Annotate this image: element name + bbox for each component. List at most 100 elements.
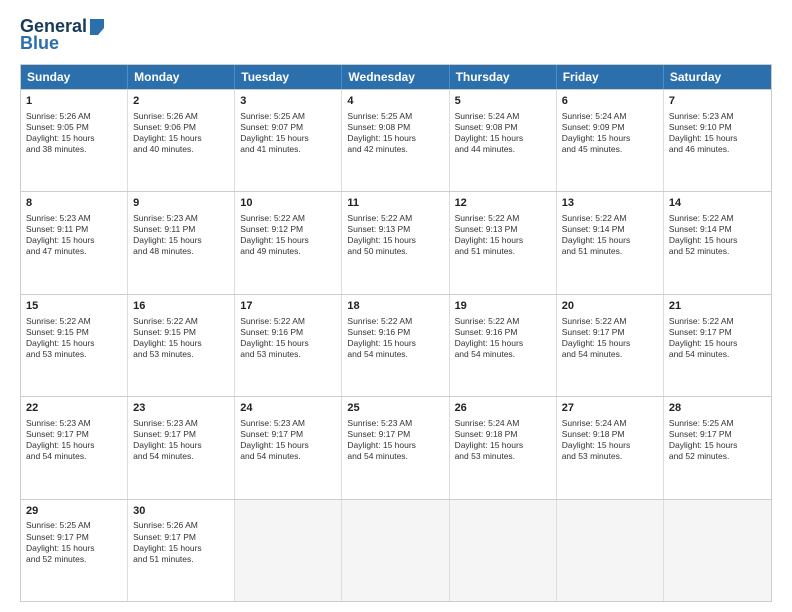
cell-info: Sunrise: 5:26 AMSunset: 9:05 PMDaylight:… bbox=[26, 111, 122, 155]
cell-info: Sunrise: 5:23 AMSunset: 9:17 PMDaylight:… bbox=[347, 418, 443, 462]
cell-info: Sunrise: 5:22 AMSunset: 9:16 PMDaylight:… bbox=[240, 316, 336, 360]
cal-cell: 25Sunrise: 5:23 AMSunset: 9:17 PMDayligh… bbox=[342, 397, 449, 498]
day-number: 26 bbox=[455, 401, 551, 416]
cal-cell: 24 Sunrise: 5:23 AMSunset: 9:17 PMDayligh… bbox=[235, 397, 342, 498]
cal-cell: 4 Sunrise: 5:25 AMSunset: 9:08 PMDaylight… bbox=[342, 90, 449, 191]
cal-cell: 1 Sunrise: 5:26 AMSunset: 9:05 PMDaylight… bbox=[21, 90, 128, 191]
day-number: 28 bbox=[669, 401, 766, 416]
cell-info: Sunrise: 5:22 AMSunset: 9:12 PMDaylight:… bbox=[240, 213, 336, 257]
logo-blue: Blue bbox=[20, 33, 59, 54]
cell-info: Sunrise: 5:23 AMSunset: 9:10 PMDaylight:… bbox=[669, 111, 766, 155]
day-number: 4 bbox=[347, 94, 443, 109]
logo: General Blue bbox=[20, 16, 106, 54]
cell-info: Sunrise: 5:25 AMSunset: 9:17 PMDaylight:… bbox=[26, 520, 122, 564]
header-day-monday: Monday bbox=[128, 65, 235, 89]
cal-cell: 11 Sunrise: 5:22 AMSunset: 9:13 PMDayligh… bbox=[342, 192, 449, 293]
cell-info: Sunrise: 5:22 AMSunset: 9:14 PMDaylight:… bbox=[669, 213, 766, 257]
cal-cell: 29Sunrise: 5:25 AMSunset: 9:17 PMDayligh… bbox=[21, 500, 128, 601]
cell-info: Sunrise: 5:24 AMSunset: 9:18 PMDaylight:… bbox=[455, 418, 551, 462]
day-number: 19 bbox=[455, 299, 551, 314]
calendar: SundayMondayTuesdayWednesdayThursdayFrid… bbox=[20, 64, 772, 602]
cal-cell bbox=[450, 500, 557, 601]
header-day-thursday: Thursday bbox=[450, 65, 557, 89]
week-row-5: 29Sunrise: 5:25 AMSunset: 9:17 PMDayligh… bbox=[21, 499, 771, 601]
cell-info: Sunrise: 5:22 AMSunset: 9:13 PMDaylight:… bbox=[347, 213, 443, 257]
cell-info: Sunrise: 5:22 AMSunset: 9:15 PMDaylight:… bbox=[133, 316, 229, 360]
header-day-friday: Friday bbox=[557, 65, 664, 89]
cell-info: Sunrise: 5:26 AMSunset: 9:17 PMDaylight:… bbox=[133, 520, 229, 564]
cell-info: Sunrise: 5:25 AMSunset: 9:07 PMDaylight:… bbox=[240, 111, 336, 155]
cal-cell: 7 Sunrise: 5:23 AMSunset: 9:10 PMDaylight… bbox=[664, 90, 771, 191]
cal-cell: 19Sunrise: 5:22 AMSunset: 9:16 PMDayligh… bbox=[450, 295, 557, 396]
cell-info: Sunrise: 5:23 AMSunset: 9:17 PMDaylight:… bbox=[133, 418, 229, 462]
cal-cell: 22 Sunrise: 5:23 AMSunset: 9:17 PMDayligh… bbox=[21, 397, 128, 498]
cell-info: Sunrise: 5:24 AMSunset: 9:18 PMDaylight:… bbox=[562, 418, 658, 462]
cal-cell: 28 Sunrise: 5:25 AMSunset: 9:17 PMDayligh… bbox=[664, 397, 771, 498]
day-number: 2 bbox=[133, 94, 229, 109]
cal-cell: 18Sunrise: 5:22 AMSunset: 9:16 PMDayligh… bbox=[342, 295, 449, 396]
cell-info: Sunrise: 5:23 AMSunset: 9:11 PMDaylight:… bbox=[133, 213, 229, 257]
cal-cell: 2 Sunrise: 5:26 AMSunset: 9:06 PMDaylight… bbox=[128, 90, 235, 191]
day-number: 9 bbox=[133, 196, 229, 211]
cal-cell: 14 Sunrise: 5:22 AMSunset: 9:14 PMDayligh… bbox=[664, 192, 771, 293]
cell-info: Sunrise: 5:24 AMSunset: 9:08 PMDaylight:… bbox=[455, 111, 551, 155]
cell-info: Sunrise: 5:22 AMSunset: 9:15 PMDaylight:… bbox=[26, 316, 122, 360]
header-day-saturday: Saturday bbox=[664, 65, 771, 89]
cell-info: Sunrise: 5:25 AMSunset: 9:08 PMDaylight:… bbox=[347, 111, 443, 155]
day-number: 14 bbox=[669, 196, 766, 211]
cal-cell bbox=[235, 500, 342, 601]
day-number: 16 bbox=[133, 299, 229, 314]
cell-info: Sunrise: 5:26 AMSunset: 9:06 PMDaylight:… bbox=[133, 111, 229, 155]
day-number: 10 bbox=[240, 196, 336, 211]
cal-cell bbox=[664, 500, 771, 601]
day-number: 20 bbox=[562, 299, 658, 314]
logo-icon bbox=[88, 17, 106, 35]
cell-info: Sunrise: 5:22 AMSunset: 9:16 PMDaylight:… bbox=[347, 316, 443, 360]
day-number: 15 bbox=[26, 299, 122, 314]
cell-info: Sunrise: 5:25 AMSunset: 9:17 PMDaylight:… bbox=[669, 418, 766, 462]
cal-cell: 23 Sunrise: 5:23 AMSunset: 9:17 PMDayligh… bbox=[128, 397, 235, 498]
day-number: 22 bbox=[26, 401, 122, 416]
header-day-tuesday: Tuesday bbox=[235, 65, 342, 89]
cell-info: Sunrise: 5:23 AMSunset: 9:17 PMDaylight:… bbox=[26, 418, 122, 462]
day-number: 3 bbox=[240, 94, 336, 109]
day-number: 1 bbox=[26, 94, 122, 109]
cell-info: Sunrise: 5:22 AMSunset: 9:14 PMDaylight:… bbox=[562, 213, 658, 257]
cal-cell: 9 Sunrise: 5:23 AMSunset: 9:11 PMDaylight… bbox=[128, 192, 235, 293]
calendar-header: SundayMondayTuesdayWednesdayThursdayFrid… bbox=[21, 65, 771, 89]
cal-cell: 20Sunrise: 5:22 AMSunset: 9:17 PMDayligh… bbox=[557, 295, 664, 396]
day-number: 7 bbox=[669, 94, 766, 109]
cal-cell: 8 Sunrise: 5:23 AMSunset: 9:11 PMDaylight… bbox=[21, 192, 128, 293]
day-number: 24 bbox=[240, 401, 336, 416]
day-number: 8 bbox=[26, 196, 122, 211]
day-number: 30 bbox=[133, 504, 229, 519]
week-row-1: 1 Sunrise: 5:26 AMSunset: 9:05 PMDaylight… bbox=[21, 89, 771, 191]
page: General Blue SundayMondayTuesdayWednesda… bbox=[0, 0, 792, 612]
cal-cell: 15 Sunrise: 5:22 AMSunset: 9:15 PMDayligh… bbox=[21, 295, 128, 396]
cal-cell bbox=[342, 500, 449, 601]
cell-info: Sunrise: 5:22 AMSunset: 9:13 PMDaylight:… bbox=[455, 213, 551, 257]
cell-info: Sunrise: 5:24 AMSunset: 9:09 PMDaylight:… bbox=[562, 111, 658, 155]
day-number: 11 bbox=[347, 196, 443, 211]
week-row-2: 8 Sunrise: 5:23 AMSunset: 9:11 PMDaylight… bbox=[21, 191, 771, 293]
header-day-wednesday: Wednesday bbox=[342, 65, 449, 89]
cal-cell: 6 Sunrise: 5:24 AMSunset: 9:09 PMDaylight… bbox=[557, 90, 664, 191]
header: General Blue bbox=[20, 16, 772, 54]
cal-cell: 17Sunrise: 5:22 AMSunset: 9:16 PMDayligh… bbox=[235, 295, 342, 396]
day-number: 29 bbox=[26, 504, 122, 519]
cal-cell: 12Sunrise: 5:22 AMSunset: 9:13 PMDayligh… bbox=[450, 192, 557, 293]
cell-info: Sunrise: 5:23 AMSunset: 9:17 PMDaylight:… bbox=[240, 418, 336, 462]
cal-cell: 26 Sunrise: 5:24 AMSunset: 9:18 PMDayligh… bbox=[450, 397, 557, 498]
cal-cell: 5 Sunrise: 5:24 AMSunset: 9:08 PMDaylight… bbox=[450, 90, 557, 191]
day-number: 6 bbox=[562, 94, 658, 109]
cal-cell: 21Sunrise: 5:22 AMSunset: 9:17 PMDayligh… bbox=[664, 295, 771, 396]
calendar-body: 1 Sunrise: 5:26 AMSunset: 9:05 PMDaylight… bbox=[21, 89, 771, 601]
day-number: 23 bbox=[133, 401, 229, 416]
day-number: 5 bbox=[455, 94, 551, 109]
week-row-3: 15 Sunrise: 5:22 AMSunset: 9:15 PMDayligh… bbox=[21, 294, 771, 396]
cal-cell: 16 Sunrise: 5:22 AMSunset: 9:15 PMDayligh… bbox=[128, 295, 235, 396]
day-number: 27 bbox=[562, 401, 658, 416]
day-number: 21 bbox=[669, 299, 766, 314]
cell-info: Sunrise: 5:23 AMSunset: 9:11 PMDaylight:… bbox=[26, 213, 122, 257]
day-number: 13 bbox=[562, 196, 658, 211]
